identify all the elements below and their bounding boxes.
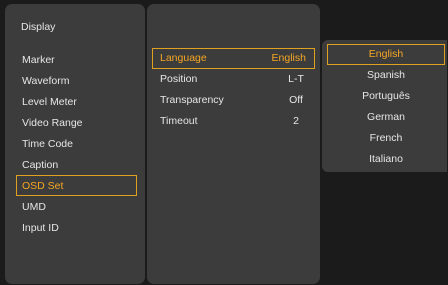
menu-item-marker[interactable]: Marker	[16, 49, 140, 70]
main-menu-panel: Display Marker Waveform Level Meter Vide…	[5, 4, 145, 284]
setting-label-position: Position	[160, 73, 198, 85]
setting-label-transparency: Transparency	[160, 94, 224, 106]
language-option-italiano[interactable]: Italiano	[327, 149, 445, 170]
menu-item-video-range[interactable]: Video Range	[16, 112, 140, 133]
menu-item-level-meter[interactable]: Level Meter	[16, 91, 140, 112]
setting-label-language: Language	[160, 52, 207, 64]
language-option-french[interactable]: French	[327, 128, 445, 149]
menu-item-umd[interactable]: UMD	[16, 196, 140, 217]
language-option-english[interactable]: English	[327, 44, 445, 65]
language-option-spanish[interactable]: Spanish	[327, 65, 445, 86]
main-menu-list: Marker Waveform Level Meter Video Range …	[16, 49, 140, 238]
language-options-panel: English Spanish Português German French …	[322, 40, 447, 172]
menu-item-waveform[interactable]: Waveform	[16, 70, 140, 91]
language-option-portugues[interactable]: Português	[327, 86, 445, 107]
setting-row-timeout[interactable]: Timeout 2	[152, 111, 315, 132]
osd-screen: Display Marker Waveform Level Meter Vide…	[0, 0, 448, 285]
osd-settings-panel: Language English Position L-T Transparen…	[147, 4, 320, 284]
menu-item-input-id[interactable]: Input ID	[16, 217, 140, 238]
menu-item-time-code[interactable]: Time Code	[16, 133, 140, 154]
menu-item-caption[interactable]: Caption	[16, 154, 140, 175]
setting-value-timeout: 2	[293, 115, 299, 127]
setting-row-position[interactable]: Position L-T	[152, 69, 315, 90]
menu-item-osd-set[interactable]: OSD Set	[16, 175, 137, 196]
language-option-german[interactable]: German	[327, 107, 445, 128]
setting-row-transparency[interactable]: Transparency Off	[152, 90, 315, 111]
setting-label-timeout: Timeout	[160, 115, 198, 127]
language-options-list: English Spanish Português German French …	[327, 44, 445, 170]
setting-value-transparency: Off	[289, 94, 303, 106]
setting-value-position: L-T	[288, 73, 304, 85]
setting-value-language: English	[271, 52, 306, 64]
menu-title: Display	[21, 21, 56, 33]
osd-settings-list: Language English Position L-T Transparen…	[152, 48, 315, 132]
setting-row-language[interactable]: Language English	[152, 48, 315, 69]
